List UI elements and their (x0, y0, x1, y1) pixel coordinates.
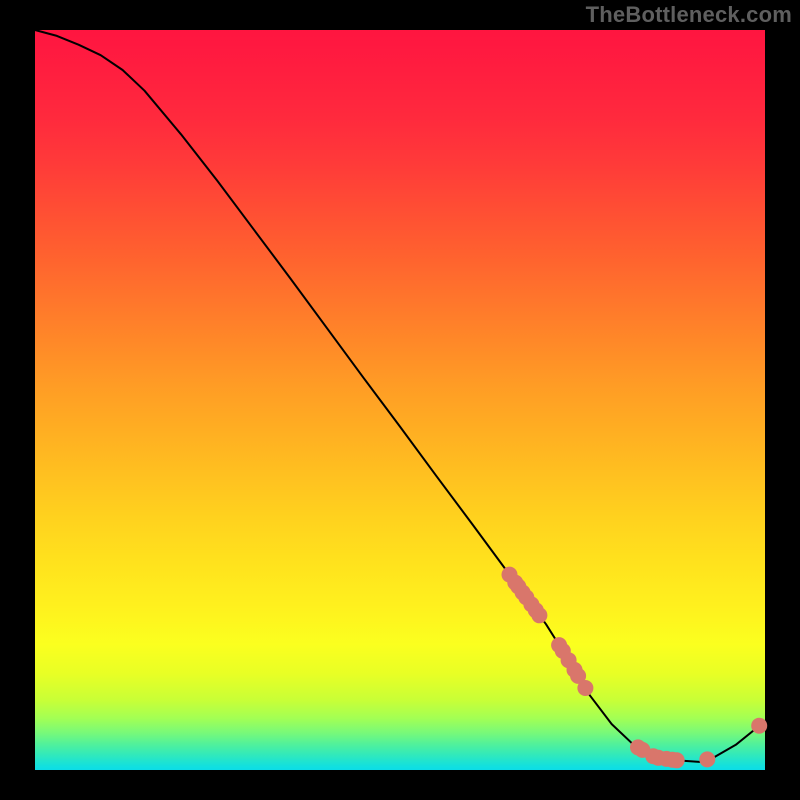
data-marker (577, 680, 593, 696)
plot-background (35, 30, 765, 770)
bottleneck-curve-chart (0, 0, 800, 800)
data-marker (531, 607, 547, 623)
data-marker (751, 718, 767, 734)
data-marker (699, 751, 715, 767)
watermark-text: TheBottleneck.com (586, 2, 792, 28)
data-marker (669, 752, 685, 768)
chart-stage: TheBottleneck.com (0, 0, 800, 800)
